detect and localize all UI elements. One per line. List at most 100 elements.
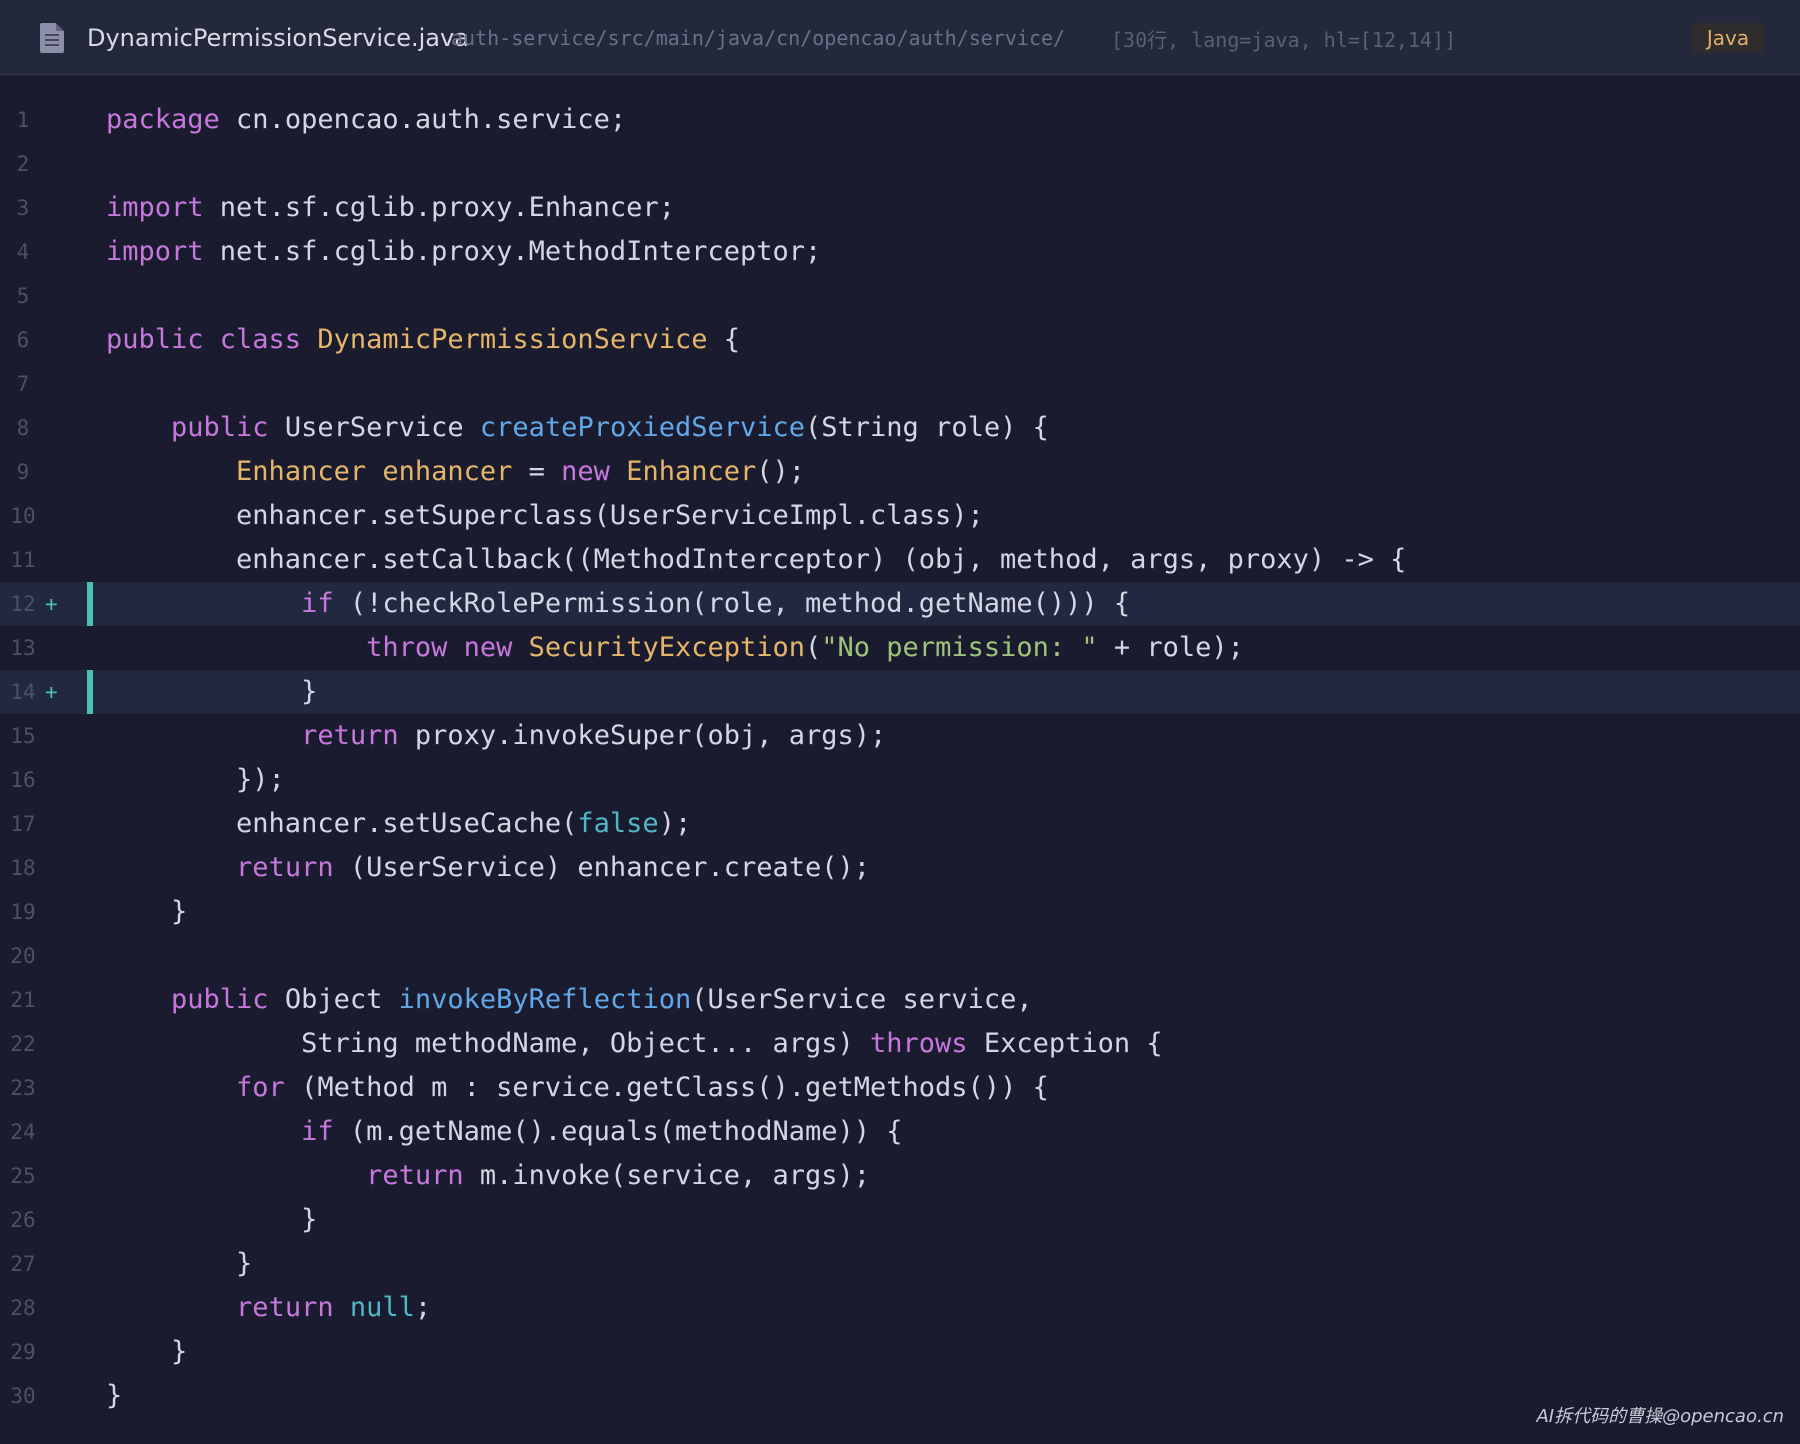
code-token: proxy.invokeSuper(obj, args); bbox=[398, 720, 887, 751]
code-text: } bbox=[106, 1330, 187, 1374]
line-number: 6 bbox=[16, 328, 30, 352]
line-number: 13 bbox=[10, 636, 36, 660]
code-line[interactable]: 22 String methodName, Object... args) th… bbox=[0, 1022, 1800, 1066]
code-line[interactable]: 7 bbox=[0, 362, 1800, 406]
language-badge: Java bbox=[1692, 23, 1764, 53]
code-token: if bbox=[301, 1116, 334, 1147]
code-token: import bbox=[106, 236, 204, 267]
code-line[interactable]: 14 + } bbox=[0, 670, 1800, 714]
code-token: return bbox=[366, 1160, 464, 1191]
code-line[interactable]: 17 enhancer.setUseCache(false); bbox=[0, 802, 1800, 846]
code-line[interactable]: 13 throw new SecurityException("No permi… bbox=[0, 626, 1800, 670]
line-number: 8 bbox=[16, 416, 30, 440]
code-line[interactable]: 29 } bbox=[0, 1330, 1800, 1374]
code-line[interactable]: 6 public class DynamicPermissionService { bbox=[0, 318, 1800, 362]
code-token: ; bbox=[414, 1292, 432, 1323]
code-token: "No permission: " bbox=[821, 632, 1098, 663]
code-text: } bbox=[106, 670, 317, 714]
code-token: for bbox=[236, 1072, 285, 1103]
code-line[interactable]: 25 return m.invoke(service, args); bbox=[0, 1154, 1800, 1198]
code-token: } bbox=[106, 1336, 188, 1367]
line-number: 11 bbox=[10, 548, 36, 572]
line-number: 2 bbox=[16, 152, 30, 176]
line-number: 26 bbox=[10, 1208, 36, 1232]
code-line[interactable]: 8 public UserService createProxiedServic… bbox=[0, 406, 1800, 450]
code-line[interactable]: 16 }); bbox=[0, 758, 1800, 802]
line-number: 17 bbox=[10, 812, 36, 836]
code-text: public class DynamicPermissionService { bbox=[106, 318, 740, 362]
code-line[interactable]: 18 return (UserService) enhancer.create(… bbox=[0, 846, 1800, 890]
code-line[interactable]: 15 return proxy.invokeSuper(obj, args); bbox=[0, 714, 1800, 758]
code-line[interactable]: 9 Enhancer enhancer = new Enhancer(); bbox=[0, 450, 1800, 494]
added-line-marker: + bbox=[45, 680, 58, 704]
code-text: } bbox=[106, 1198, 317, 1242]
code-token: (UserService) enhancer.create(); bbox=[333, 852, 871, 883]
code-text: } bbox=[106, 1374, 122, 1418]
code-text: if (m.getName().equals(methodName)) { bbox=[106, 1110, 902, 1154]
code-line[interactable]: 27 } bbox=[0, 1242, 1800, 1286]
code-token: package bbox=[106, 104, 220, 135]
code-token: = bbox=[512, 456, 562, 487]
code-line[interactable]: 28 return null; bbox=[0, 1286, 1800, 1330]
code-text: return m.invoke(service, args); bbox=[106, 1154, 870, 1198]
line-number: 28 bbox=[10, 1296, 36, 1320]
code-line[interactable]: 11 enhancer.setCallback((MethodIntercept… bbox=[0, 538, 1800, 582]
code-text: enhancer.setUseCache(false); bbox=[106, 802, 691, 846]
code-line[interactable]: 30} bbox=[0, 1374, 1800, 1418]
code-text: return null; bbox=[106, 1286, 431, 1330]
code-line[interactable]: 3 import net.sf.cglib.proxy.Enhancer; bbox=[0, 186, 1800, 230]
code-token: null bbox=[349, 1292, 415, 1323]
code-text: package cn.opencao.auth.service; bbox=[106, 98, 626, 142]
code-text: import net.sf.cglib.proxy.Enhancer; bbox=[106, 186, 675, 230]
code-line[interactable]: 4 import net.sf.cglib.proxy.MethodInterce… bbox=[0, 230, 1800, 274]
code-line[interactable]: 21 public Object invokeByReflection(User… bbox=[0, 978, 1800, 1022]
line-number: 27 bbox=[10, 1252, 36, 1276]
code-token: Object bbox=[268, 984, 399, 1015]
code-token: (); bbox=[756, 456, 806, 487]
code-token: }); bbox=[106, 764, 285, 795]
line-number: 25 bbox=[10, 1164, 36, 1188]
code-line[interactable]: 5 bbox=[0, 274, 1800, 318]
code-token: false bbox=[577, 808, 659, 839]
line-number: 24 bbox=[10, 1120, 36, 1144]
code-text: } bbox=[106, 1242, 252, 1286]
code-line[interactable]: 2 bbox=[0, 142, 1800, 186]
code-token: return bbox=[301, 720, 399, 751]
line-number: 12 bbox=[10, 592, 36, 616]
code-token: invokeByReflection bbox=[398, 984, 692, 1015]
document-icon bbox=[40, 23, 64, 53]
code-line[interactable]: 12 + if (!checkRolePermission(role, metho… bbox=[0, 582, 1800, 626]
code-line[interactable]: 1 package cn.opencao.auth.service; bbox=[0, 98, 1800, 142]
watermark: AI拆代码的曹操@opencao.cn bbox=[1536, 1406, 1784, 1427]
line-number: 1 bbox=[16, 108, 30, 132]
code-text: String methodName, Object... args) throw… bbox=[106, 1022, 1163, 1066]
code-line[interactable]: 19 } bbox=[0, 890, 1800, 934]
line-number: 21 bbox=[10, 988, 36, 1012]
code-editor[interactable]: 1 package cn.opencao.auth.service; 2 3 impor… bbox=[0, 98, 1800, 1418]
code-text: }); bbox=[106, 758, 285, 802]
code-line[interactable]: 24 if (m.getName().equals(methodName)) { bbox=[0, 1110, 1800, 1154]
line-number: 29 bbox=[10, 1340, 36, 1364]
code-token: } bbox=[106, 676, 318, 707]
code-token: (UserService service, bbox=[691, 984, 1033, 1015]
code-line[interactable]: 26 } bbox=[0, 1198, 1800, 1242]
code-line[interactable]: 20 bbox=[0, 934, 1800, 978]
line-number: 15 bbox=[10, 724, 36, 748]
code-line[interactable]: 10 enhancer.setSuperclass(UserServiceImp… bbox=[0, 494, 1800, 538]
line-number: 9 bbox=[16, 460, 30, 484]
code-line[interactable]: 23 for (Method m : service.getClass().ge… bbox=[0, 1066, 1800, 1110]
code-text: } bbox=[106, 890, 187, 934]
code-token: Enhancer enhancer bbox=[236, 456, 513, 487]
file-meta: [30行, lang=java, hl=[12,14]] bbox=[1111, 28, 1457, 52]
file-name[interactable]: DynamicPermissionService.java bbox=[87, 22, 469, 54]
